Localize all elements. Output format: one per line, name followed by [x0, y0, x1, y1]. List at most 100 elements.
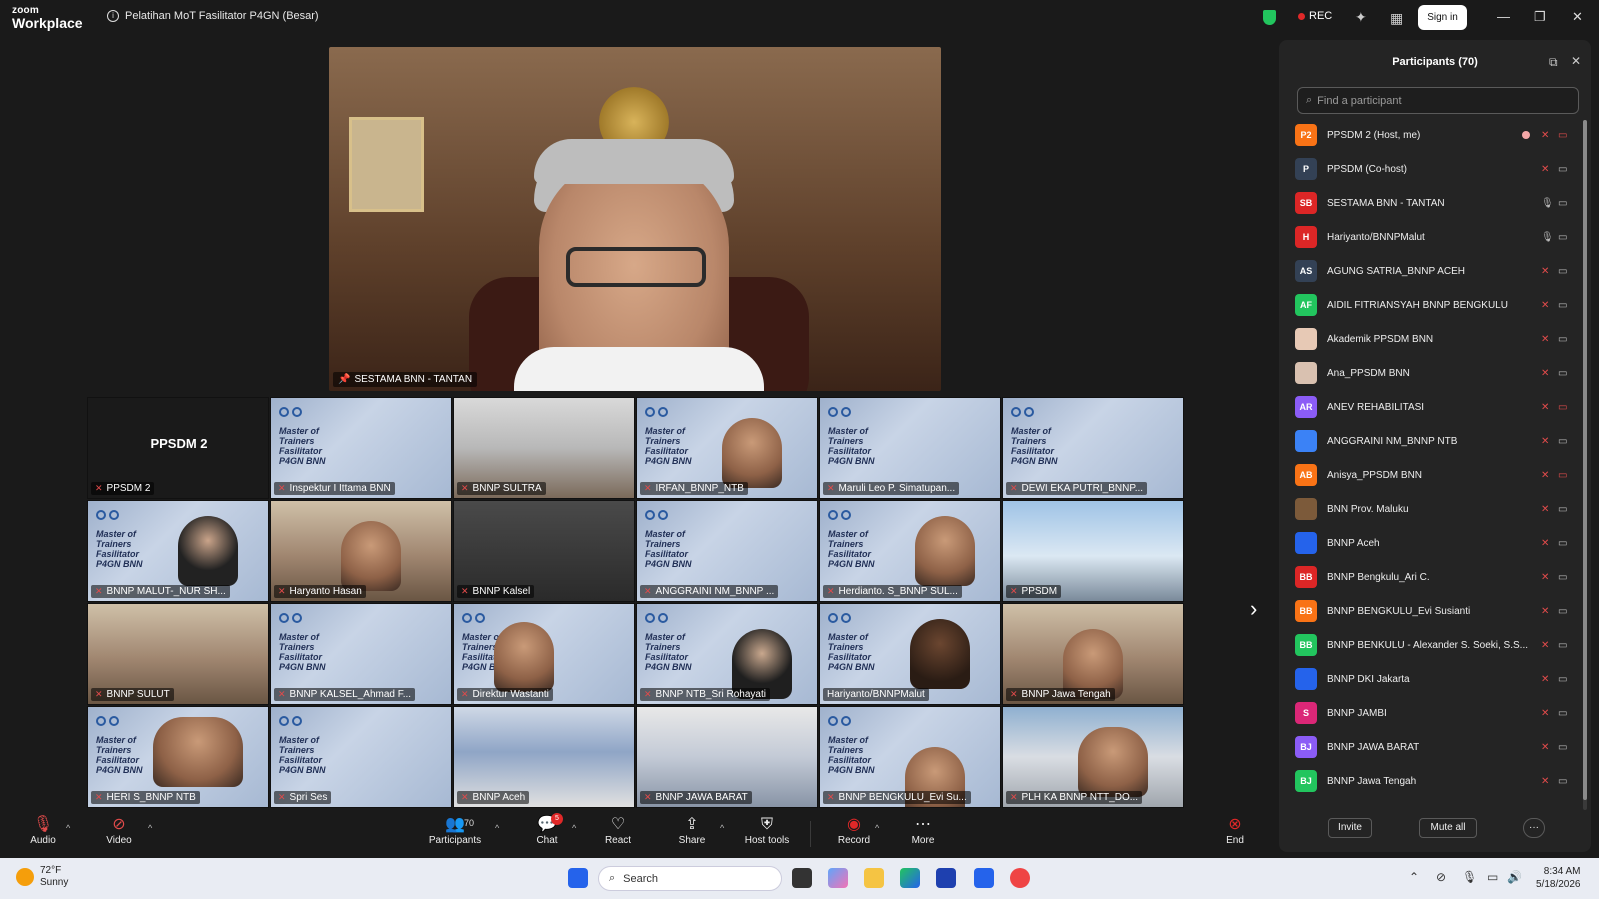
video-tile[interactable]: Master of Trainers Fasilitator P4GN BNN ✕ Ma… — [819, 397, 1001, 499]
audio-button[interactable]: 🎙 Audio — [28, 815, 58, 846]
display-icon[interactable]: ▭ — [1487, 870, 1498, 884]
video-tile[interactable]: Master of Trainers Fasilitator P4GN BNN ✕ AN… — [636, 500, 818, 602]
muted-mic-icon[interactable]: ✕ — [1541, 572, 1549, 583]
chat-button[interactable]: 💬 5 Chat — [535, 813, 563, 846]
participant-row[interactable]: AS AGUNG SATRIA_BNNP ACEH ✕ ▭ — [1279, 254, 1579, 288]
edge-icon[interactable] — [900, 868, 920, 888]
video-tile[interactable]: Master of Trainers Fasilitator P4GN BNN ✕ DE… — [1002, 397, 1184, 499]
video-options-chevron-icon[interactable]: ^ — [148, 823, 152, 833]
muted-mic-icon[interactable]: ✕ — [1541, 640, 1549, 651]
video-tile[interactable]: Master of Trainers Fasilitator P4GN BNN ✕ Sp… — [270, 706, 452, 808]
participant-search-input[interactable]: ⌕ Find a participant — [1297, 87, 1579, 114]
participant-row[interactable]: SB SESTAMA BNN - TANTAN 🎙 ▭ — [1279, 186, 1579, 220]
close-panel-icon[interactable]: ✕ — [1571, 54, 1581, 68]
camera-icon[interactable]: ▭ — [1558, 334, 1567, 345]
participant-row[interactable]: AB Anisya_PPSDM BNN ✕ ▭ — [1279, 458, 1579, 492]
participant-row[interactable]: Ana_PPSDM BNN ✕ ▭ — [1279, 356, 1579, 390]
encryption-shield-icon[interactable] — [1263, 10, 1276, 25]
camera-icon[interactable]: ▭ — [1558, 708, 1567, 719]
more-options-button[interactable]: ··· — [1523, 818, 1545, 838]
chat-chevron-icon[interactable]: ^ — [572, 823, 576, 833]
video-tile[interactable]: Master of Trainers Fasilitator P4GN BNN ✕ BN… — [636, 603, 818, 705]
video-tile[interactable]: Master of Trainers Fasilitator P4GN BNN ✕ BN… — [87, 500, 269, 602]
video-tile[interactable]: ✕ BNNP SULUT — [87, 603, 269, 705]
video-tile[interactable]: ✕ BNNP Jawa Tengah — [1002, 603, 1184, 705]
start-icon[interactable] — [568, 868, 588, 888]
participant-row[interactable]: ANGGRAINI NM_BNNP NTB ✕ ▭ — [1279, 424, 1579, 458]
video-tile[interactable]: ✕ BNNP Aceh — [453, 706, 635, 808]
participant-row[interactable]: BB BNNP Bengkulu_Ari C. ✕ ▭ — [1279, 560, 1579, 594]
recording-indicator[interactable]: REC — [1298, 10, 1332, 22]
muted-mic-icon[interactable]: ✕ — [1541, 164, 1549, 175]
info-icon[interactable]: i — [107, 10, 119, 22]
react-button[interactable]: ♡ React — [604, 815, 632, 846]
muted-mic-icon[interactable]: ✕ — [1541, 470, 1549, 481]
muted-mic-icon[interactable]: ✕ — [1541, 504, 1549, 515]
copilot-icon[interactable] — [828, 868, 848, 888]
muted-mic-icon[interactable]: ✕ — [1541, 708, 1549, 719]
muted-mic-icon[interactable]: ✕ — [1541, 300, 1549, 311]
camera-icon[interactable]: ▭ — [1558, 606, 1567, 617]
video-tile[interactable]: Master of Trainers Fasilitator P4GN BNN ✕ BN… — [819, 706, 1001, 808]
audio-options-chevron-icon[interactable]: ^ — [66, 823, 70, 833]
taskbar-clock[interactable]: 8:34 AM 5/18/2026 — [1536, 865, 1581, 891]
camera-icon[interactable]: ▭ — [1558, 198, 1567, 209]
camera-icon[interactable]: ▭ — [1558, 232, 1567, 243]
camera-icon[interactable]: ▭ — [1558, 300, 1567, 311]
camera-icon[interactable]: ▭ — [1558, 266, 1567, 277]
muted-mic-icon[interactable]: ✕ — [1541, 266, 1549, 277]
camera-icon[interactable]: ▭ — [1558, 674, 1567, 685]
more-button[interactable]: ⋯ More — [908, 815, 938, 846]
ai-companion-icon[interactable]: ✦ — [1355, 9, 1367, 26]
muted-mic-icon[interactable]: ✕ — [1541, 402, 1549, 413]
mic-icon[interactable]: 🎙 — [1541, 198, 1554, 209]
participant-row[interactable]: AF AIDIL FITRIANSYAH BNNP BENGKULU ✕ ▭ — [1279, 288, 1579, 322]
participant-row[interactable]: P2 PPSDM 2 (Host, me) ✕ ▭ — [1279, 118, 1579, 152]
weather-widget[interactable]: 72°F Sunny — [16, 865, 68, 889]
end-meeting-button[interactable]: ⊗ End — [1222, 815, 1248, 846]
zoom-taskbar-icon[interactable] — [974, 868, 994, 888]
muted-mic-icon[interactable]: ✕ — [1541, 334, 1549, 345]
camera-icon[interactable]: ▭ — [1558, 368, 1567, 379]
meeting-info[interactable]: i Pelatihan MoT Fasilitator P4GN (Besar) — [107, 10, 319, 22]
camera-icon[interactable]: ▭ — [1558, 538, 1567, 549]
host-tools-button[interactable]: ⛨ Host tools — [742, 815, 792, 846]
muted-mic-icon[interactable]: ✕ — [1541, 368, 1549, 379]
camera-icon[interactable]: ▭ — [1558, 640, 1567, 651]
muted-mic-icon[interactable]: ✕ — [1541, 606, 1549, 617]
participant-row[interactable]: Akademik PPSDM BNN ✕ ▭ — [1279, 322, 1579, 356]
app-icon[interactable] — [1010, 868, 1030, 888]
next-page-chevron-icon[interactable]: › — [1250, 596, 1257, 622]
popout-icon[interactable]: ⧉ — [1549, 55, 1558, 70]
participant-row[interactable]: BB BNNP BENKULU - Alexander S. Soeki, S.S… — [1279, 628, 1579, 662]
participant-row[interactable]: AR ANEV REHABILITASI ✕ ▭ — [1279, 390, 1579, 424]
task-view-icon[interactable] — [792, 868, 812, 888]
file-explorer-icon[interactable] — [864, 868, 884, 888]
participant-row[interactable]: BNNP Aceh ✕ ▭ — [1279, 526, 1579, 560]
scrollbar-thumb[interactable] — [1583, 120, 1587, 800]
video-tile[interactable]: ✕ BNNP Kalsel — [453, 500, 635, 602]
mic-tray-icon[interactable]: 🎙 — [1462, 870, 1477, 884]
muted-mic-icon[interactable]: ✕ — [1541, 742, 1549, 753]
participant-row[interactable]: BJ BNNP JAWA BARAT ✕ ▭ — [1279, 730, 1579, 764]
video-tile[interactable]: Master of Trainers Fasilitator P4GN BNN ✕ In… — [270, 397, 452, 499]
muted-mic-icon[interactable]: ✕ — [1541, 130, 1549, 141]
self-video-tile[interactable]: PPSDM 2 ✕ PPSDM 2 — [87, 397, 269, 499]
tray-chevron-icon[interactable]: ⌃ — [1409, 870, 1419, 884]
close-window-icon[interactable]: ✕ — [1572, 9, 1583, 25]
share-chevron-icon[interactable]: ^ — [720, 823, 724, 833]
store-icon[interactable] — [936, 868, 956, 888]
restore-icon[interactable]: ❐ — [1534, 9, 1546, 25]
camera-icon[interactable]: ▭ — [1558, 776, 1567, 787]
participants-button[interactable]: 👥 70 Participants — [427, 815, 483, 846]
participant-row[interactable]: BJ BNNP Jawa Tengah ✕ ▭ — [1279, 764, 1579, 798]
video-button[interactable]: ⊘ Video — [104, 815, 134, 846]
participant-row[interactable]: BNNP DKI Jakarta ✕ ▭ — [1279, 662, 1579, 696]
camera-icon[interactable]: ▭ — [1558, 572, 1567, 583]
participants-chevron-icon[interactable]: ^ — [495, 823, 499, 833]
muted-mic-icon[interactable]: ✕ — [1541, 674, 1549, 685]
video-tile[interactable]: ✕ PLH KA BNNP NTT_DO... — [1002, 706, 1184, 808]
camera-icon[interactable]: ▭ — [1558, 436, 1567, 447]
participant-row[interactable]: S BNNP JAMBI ✕ ▭ — [1279, 696, 1579, 730]
record-button[interactable]: ◉ Record — [836, 815, 872, 846]
